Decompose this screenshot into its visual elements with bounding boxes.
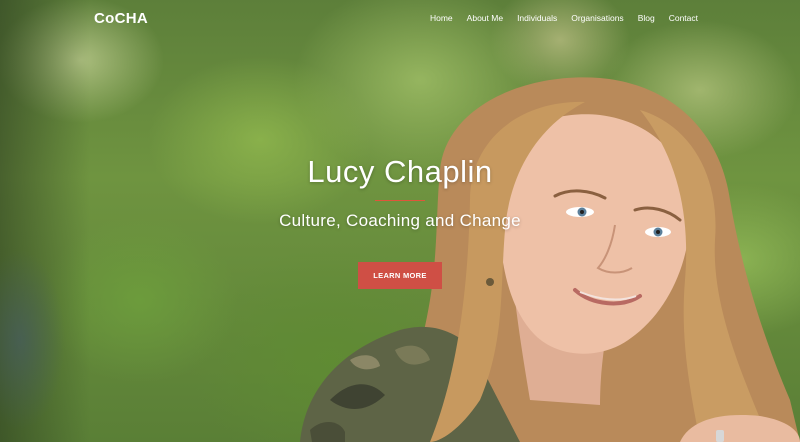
nav-item-about-me[interactable]: About Me <box>467 13 503 23</box>
nav-item-contact[interactable]: Contact <box>669 13 698 23</box>
site-logo[interactable]: CoCHA <box>94 10 148 27</box>
navbar: CoCHA Home About Me Individuals Organisa… <box>0 0 800 38</box>
learn-more-button[interactable]: LEARN MORE <box>358 262 442 289</box>
title-divider <box>375 200 425 201</box>
nav-item-blog[interactable]: Blog <box>638 13 655 23</box>
hero-title: Lucy Chaplin <box>307 154 493 189</box>
hero-content: Lucy Chaplin Culture, Coaching and Chang… <box>250 150 550 289</box>
hero-section: CoCHA Home About Me Individuals Organisa… <box>0 0 800 442</box>
nav-item-organisations[interactable]: Organisations <box>571 13 623 23</box>
nav-item-individuals[interactable]: Individuals <box>517 13 557 23</box>
main-menu: Home About Me Individuals Organisations … <box>430 13 698 23</box>
hero-subtitle: Culture, Coaching and Change <box>279 211 521 230</box>
nav-item-home[interactable]: Home <box>430 13 453 23</box>
